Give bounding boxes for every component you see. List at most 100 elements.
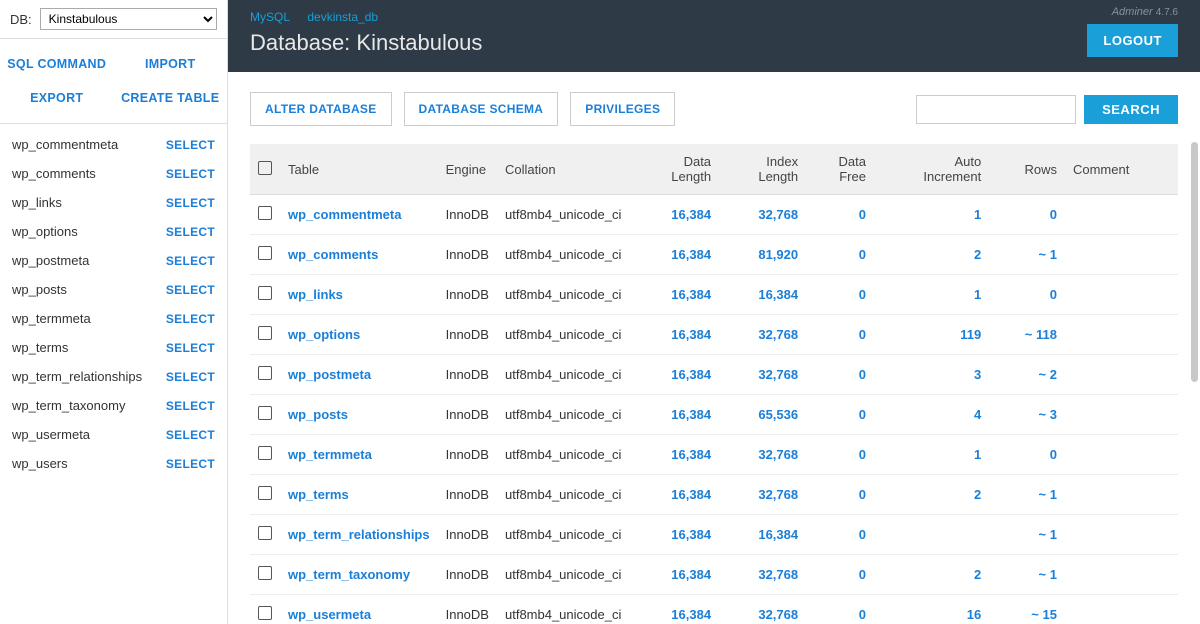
cell-rows[interactable]: ~ 1 bbox=[989, 555, 1065, 595]
sidebar-table-name[interactable]: wp_term_relationships bbox=[12, 369, 142, 384]
cell-rows[interactable]: ~ 1 bbox=[989, 235, 1065, 275]
sidebar-select-link[interactable]: SELECT bbox=[166, 457, 215, 471]
cell-data-free[interactable]: 0 bbox=[806, 395, 874, 435]
table-name-link[interactable]: wp_term_taxonomy bbox=[288, 567, 410, 582]
cell-auto-increment[interactable]: 4 bbox=[874, 395, 989, 435]
cell-rows[interactable]: ~ 3 bbox=[989, 395, 1065, 435]
cell-data-length[interactable]: 16,384 bbox=[632, 515, 719, 555]
table-name-link[interactable]: wp_usermeta bbox=[288, 607, 371, 622]
cell-data-free[interactable]: 0 bbox=[806, 595, 874, 624]
sidebar-select-link[interactable]: SELECT bbox=[166, 312, 215, 326]
cell-auto-increment[interactable]: 3 bbox=[874, 355, 989, 395]
cell-data-length[interactable]: 16,384 bbox=[632, 595, 719, 624]
sidebar-select-link[interactable]: SELECT bbox=[166, 428, 215, 442]
row-checkbox[interactable] bbox=[258, 366, 272, 380]
privileges-button[interactable]: PRIVILEGES bbox=[570, 92, 675, 126]
sidebar-table-name[interactable]: wp_options bbox=[12, 224, 78, 239]
table-name-link[interactable]: wp_terms bbox=[288, 487, 349, 502]
cell-auto-increment[interactable]: 1 bbox=[874, 195, 989, 235]
cell-data-free[interactable]: 0 bbox=[806, 475, 874, 515]
cell-data-free[interactable]: 0 bbox=[806, 315, 874, 355]
sidebar-table-name[interactable]: wp_terms bbox=[12, 340, 68, 355]
cell-index-length[interactable]: 32,768 bbox=[719, 555, 806, 595]
sidebar-table-name[interactable]: wp_users bbox=[12, 456, 68, 471]
table-name-link[interactable]: wp_commentmeta bbox=[288, 207, 401, 222]
cell-index-length[interactable]: 16,384 bbox=[719, 515, 806, 555]
row-checkbox[interactable] bbox=[258, 486, 272, 500]
create-table-link[interactable]: CREATE TABLE bbox=[114, 81, 228, 115]
row-checkbox[interactable] bbox=[258, 526, 272, 540]
sidebar-select-link[interactable]: SELECT bbox=[166, 341, 215, 355]
cell-data-free[interactable]: 0 bbox=[806, 555, 874, 595]
sidebar-table-name[interactable]: wp_posts bbox=[12, 282, 67, 297]
row-checkbox[interactable] bbox=[258, 326, 272, 340]
row-checkbox[interactable] bbox=[258, 246, 272, 260]
select-all-checkbox[interactable] bbox=[258, 161, 272, 175]
cell-data-free[interactable]: 0 bbox=[806, 515, 874, 555]
cell-index-length[interactable]: 81,920 bbox=[719, 235, 806, 275]
cell-data-free[interactable]: 0 bbox=[806, 195, 874, 235]
cell-auto-increment[interactable]: 1 bbox=[874, 275, 989, 315]
logout-button[interactable]: LOGOUT bbox=[1087, 24, 1178, 57]
cell-rows[interactable]: ~ 1 bbox=[989, 475, 1065, 515]
cell-data-length[interactable]: 16,384 bbox=[632, 435, 719, 475]
sidebar-select-link[interactable]: SELECT bbox=[166, 283, 215, 297]
cell-data-length[interactable]: 16,384 bbox=[632, 195, 719, 235]
cell-auto-increment[interactable]: 119 bbox=[874, 315, 989, 355]
cell-rows[interactable]: 0 bbox=[989, 195, 1065, 235]
cell-rows[interactable]: ~ 2 bbox=[989, 355, 1065, 395]
cell-data-free[interactable]: 0 bbox=[806, 235, 874, 275]
row-checkbox[interactable] bbox=[258, 286, 272, 300]
cell-rows[interactable]: 0 bbox=[989, 435, 1065, 475]
sidebar-table-name[interactable]: wp_termmeta bbox=[12, 311, 91, 326]
db-select[interactable]: Kinstabulous bbox=[40, 8, 217, 30]
cell-data-free[interactable]: 0 bbox=[806, 435, 874, 475]
cell-rows[interactable]: ~ 1 bbox=[989, 515, 1065, 555]
cell-auto-increment[interactable] bbox=[874, 515, 989, 555]
sidebar-table-name[interactable]: wp_comments bbox=[12, 166, 96, 181]
cell-data-length[interactable]: 16,384 bbox=[632, 555, 719, 595]
table-name-link[interactable]: wp_comments bbox=[288, 247, 378, 262]
row-checkbox[interactable] bbox=[258, 206, 272, 220]
cell-index-length[interactable]: 32,768 bbox=[719, 315, 806, 355]
scrollbar[interactable] bbox=[1191, 142, 1198, 382]
cell-rows[interactable]: ~ 118 bbox=[989, 315, 1065, 355]
sidebar-select-link[interactable]: SELECT bbox=[166, 254, 215, 268]
cell-index-length[interactable]: 32,768 bbox=[719, 195, 806, 235]
cell-index-length[interactable]: 32,768 bbox=[719, 595, 806, 624]
sidebar-table-name[interactable]: wp_postmeta bbox=[12, 253, 89, 268]
import-link[interactable]: IMPORT bbox=[114, 47, 228, 81]
sidebar-select-link[interactable]: SELECT bbox=[166, 196, 215, 210]
cell-auto-increment[interactable]: 16 bbox=[874, 595, 989, 624]
search-button[interactable]: SEARCH bbox=[1084, 95, 1178, 124]
sidebar-select-link[interactable]: SELECT bbox=[166, 370, 215, 384]
cell-data-length[interactable]: 16,384 bbox=[632, 315, 719, 355]
cell-data-length[interactable]: 16,384 bbox=[632, 395, 719, 435]
database-schema-button[interactable]: DATABASE SCHEMA bbox=[404, 92, 559, 126]
sidebar-select-link[interactable]: SELECT bbox=[166, 138, 215, 152]
table-name-link[interactable]: wp_links bbox=[288, 287, 343, 302]
cell-index-length[interactable]: 32,768 bbox=[719, 435, 806, 475]
cell-data-length[interactable]: 16,384 bbox=[632, 275, 719, 315]
cell-index-length[interactable]: 65,536 bbox=[719, 395, 806, 435]
sql-command-link[interactable]: SQL COMMAND bbox=[0, 47, 114, 81]
table-name-link[interactable]: wp_postmeta bbox=[288, 367, 371, 382]
cell-index-length[interactable]: 32,768 bbox=[719, 475, 806, 515]
cell-auto-increment[interactable]: 2 bbox=[874, 235, 989, 275]
sidebar-table-name[interactable]: wp_commentmeta bbox=[12, 137, 118, 152]
table-name-link[interactable]: wp_term_relationships bbox=[288, 527, 430, 542]
row-checkbox[interactable] bbox=[258, 446, 272, 460]
cell-auto-increment[interactable]: 1 bbox=[874, 435, 989, 475]
sidebar-table-name[interactable]: wp_links bbox=[12, 195, 62, 210]
cell-index-length[interactable]: 16,384 bbox=[719, 275, 806, 315]
row-checkbox[interactable] bbox=[258, 566, 272, 580]
alter-database-button[interactable]: ALTER DATABASE bbox=[250, 92, 392, 126]
cell-rows[interactable]: 0 bbox=[989, 275, 1065, 315]
sidebar-select-link[interactable]: SELECT bbox=[166, 399, 215, 413]
cell-auto-increment[interactable]: 2 bbox=[874, 475, 989, 515]
table-name-link[interactable]: wp_options bbox=[288, 327, 360, 342]
cell-data-free[interactable]: 0 bbox=[806, 275, 874, 315]
row-checkbox[interactable] bbox=[258, 406, 272, 420]
search-input[interactable] bbox=[916, 95, 1076, 124]
breadcrumb-database[interactable]: devkinsta_db bbox=[307, 10, 378, 24]
